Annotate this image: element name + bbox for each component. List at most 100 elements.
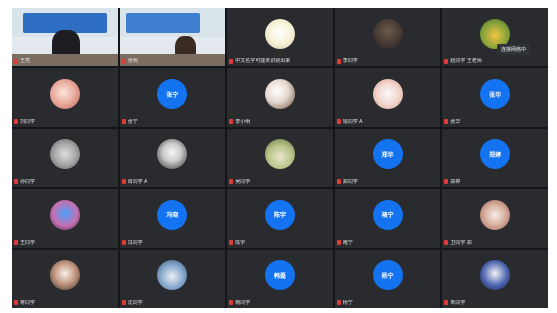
participant-avatar-photo bbox=[49, 199, 80, 230]
participant-avatar-photo bbox=[372, 18, 403, 49]
participant-tile[interactable]: 郑婷 郑婷 bbox=[442, 128, 548, 188]
muted-mic-icon bbox=[14, 118, 18, 124]
participant-name: 李同学 bbox=[336, 58, 358, 65]
muted-mic-icon bbox=[444, 179, 449, 185]
video-conference-window: 王亮 张明中文名字可能未识别出来 李同学 赵同学 王老师刘同学 张宁 张宁李小明 钱同学 … bbox=[12, 8, 548, 308]
participant-avatar-initials: 褚宁 bbox=[372, 199, 403, 230]
muted-mic-icon bbox=[336, 58, 341, 64]
participant-avatar-photo bbox=[480, 199, 511, 230]
participant-tile[interactable]: 褚宁 褚宁 bbox=[334, 189, 441, 248]
muted-mic-icon bbox=[444, 300, 449, 306]
participant-name-text: 张宁 bbox=[127, 118, 138, 125]
participant-name: 冯同学 bbox=[121, 239, 143, 246]
muted-mic-icon bbox=[444, 58, 449, 64]
participant-avatar-photo bbox=[49, 260, 80, 291]
participant-avatar-photo bbox=[264, 139, 295, 170]
status-tooltip: 连接网络中 bbox=[496, 44, 530, 55]
participant-avatar-initials: 张华 bbox=[480, 79, 511, 110]
muted-mic-icon bbox=[444, 118, 449, 124]
participant-name: 刘同学 bbox=[14, 119, 35, 125]
participant-avatar-initials: 冯晓 bbox=[157, 199, 188, 230]
participant-tile[interactable]: 王同学 bbox=[12, 189, 118, 248]
participant-tile[interactable]: 李小明 bbox=[227, 68, 333, 127]
muted-mic-icon bbox=[336, 118, 341, 124]
participant-tile[interactable]: 张宁 张宁 bbox=[119, 68, 226, 127]
participant-tile[interactable]: 张华 张华 bbox=[442, 68, 548, 127]
participant-name: 卫同学 郑 bbox=[444, 239, 472, 246]
participant-name-text: 郑同学 bbox=[342, 179, 358, 186]
muted-mic-icon bbox=[229, 58, 234, 64]
muted-mic-icon bbox=[14, 179, 18, 185]
participant-tile[interactable]: 吴同学 bbox=[227, 128, 333, 188]
participant-avatar-initials: 韩磊 bbox=[264, 260, 295, 291]
participant-tile[interactable]: 刘同学 bbox=[12, 68, 118, 127]
participant-tile[interactable]: 韩磊韩同学 bbox=[227, 249, 333, 308]
participant-name-text: 朱同学 bbox=[450, 300, 466, 306]
muted-mic-icon bbox=[121, 118, 126, 124]
participant-name: 钱同学 A bbox=[336, 118, 363, 125]
participant-tile[interactable]: 蒋同学 bbox=[12, 249, 118, 308]
participant-tile[interactable]: 朱同学 bbox=[442, 249, 548, 308]
participant-avatar-initials: 杨宁 bbox=[372, 260, 403, 291]
participant-tile[interactable]: 郑华 郑同学 bbox=[334, 128, 441, 188]
participant-tile[interactable]: 李同学 bbox=[334, 8, 441, 67]
participant-name: 吴同学 bbox=[229, 179, 250, 185]
participant-tile[interactable]: 钱同学 A bbox=[334, 68, 441, 127]
participant-name-text: 中文名字可能未识别出来 bbox=[235, 58, 291, 65]
muted-mic-icon bbox=[444, 239, 449, 245]
participant-name: 杨宁 bbox=[336, 300, 353, 306]
participant-tile[interactable]: 卫同学 郑 bbox=[442, 189, 548, 248]
participant-name: 陈宇 bbox=[229, 240, 245, 246]
participant-name: 蒋同学 bbox=[14, 300, 35, 306]
muted-mic-icon bbox=[336, 239, 341, 245]
participant-tile[interactable]: 沈同学 bbox=[119, 249, 226, 308]
participant-name-text: 杨宁 bbox=[342, 300, 353, 306]
muted-mic-icon bbox=[336, 179, 341, 185]
participant-avatar-photo bbox=[480, 260, 511, 291]
participant-avatar-photo bbox=[157, 139, 188, 170]
participant-name-text: 王亮 bbox=[20, 58, 31, 65]
participant-name: 李小明 bbox=[229, 119, 250, 125]
participant-name: 张华 bbox=[444, 119, 460, 125]
participant-name: 朱同学 bbox=[444, 300, 465, 306]
participant-avatar-photo bbox=[49, 139, 80, 170]
participant-name: 郑同学 bbox=[336, 179, 358, 186]
muted-mic-icon bbox=[336, 300, 341, 306]
participant-name-text: 王同学 bbox=[20, 239, 36, 246]
participant-tile[interactable]: 杨宁 杨宁 bbox=[334, 249, 441, 308]
participant-name: 中文名字可能未识别出来 bbox=[229, 58, 290, 64]
participant-name-text: 李同学 bbox=[342, 58, 358, 65]
participant-name-text: 刘同学 bbox=[20, 118, 36, 125]
muted-mic-icon bbox=[229, 239, 234, 245]
participant-name: 孙同学 bbox=[14, 179, 35, 185]
participant-name: 赵同学 王老师 bbox=[444, 58, 482, 64]
participant-name: 张宁 bbox=[121, 118, 138, 125]
participant-tile[interactable]: 中文名字可能未识别出来 bbox=[227, 8, 333, 67]
muted-mic-icon bbox=[229, 300, 234, 306]
participant-name-text: 陈宇 bbox=[235, 239, 246, 246]
participant-name-text: 蒋同学 bbox=[20, 300, 36, 306]
participant-tile[interactable]: 张明 bbox=[119, 8, 226, 67]
participant-tile[interactable]: 赵同学 王老师 bbox=[442, 8, 548, 67]
participant-name-text: 孙同学 bbox=[20, 179, 36, 186]
participant-tile[interactable]: 陈宇 陈宇 bbox=[227, 189, 333, 248]
participant-tile[interactable]: 周同学 A bbox=[119, 128, 226, 188]
participant-name-text: 吴同学 bbox=[235, 179, 251, 186]
muted-mic-icon bbox=[14, 58, 18, 64]
participant-tile[interactable]: 孙同学 bbox=[12, 128, 118, 188]
muted-mic-icon bbox=[121, 239, 126, 245]
muted-mic-icon bbox=[121, 179, 126, 185]
participant-name-text: 张华 bbox=[450, 118, 461, 125]
muted-mic-icon bbox=[14, 300, 18, 306]
participant-tile[interactable]: 冯晓冯同学 bbox=[119, 189, 226, 248]
participant-avatar-photo bbox=[264, 79, 295, 110]
participant-name: 王同学 bbox=[14, 240, 35, 246]
muted-mic-icon bbox=[229, 118, 234, 124]
participant-grid: 王亮 张明中文名字可能未识别出来 李同学 赵同学 王老师刘同学 张宁 张宁李小明 钱同学 … bbox=[12, 8, 548, 308]
participant-avatar-photo bbox=[264, 18, 295, 49]
participant-avatar-photo bbox=[49, 79, 80, 110]
participant-name-text: 周同学 A bbox=[127, 179, 148, 186]
participant-tile[interactable]: 王亮 bbox=[12, 8, 118, 67]
participant-name: 韩同学 bbox=[229, 300, 250, 306]
participant-name-text: 李小明 bbox=[235, 118, 251, 125]
